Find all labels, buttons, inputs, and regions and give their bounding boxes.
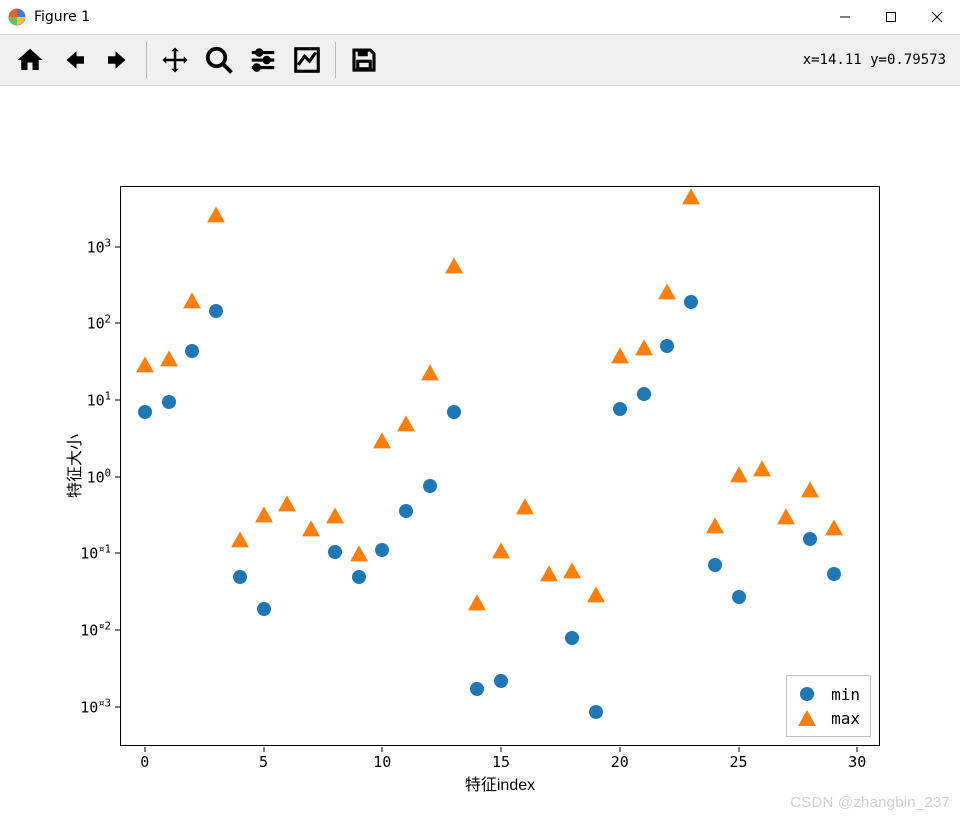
data-point-max [445, 258, 463, 274]
data-point-min [423, 479, 437, 493]
y-tick-label: 103 [87, 237, 111, 256]
data-point-min [589, 705, 603, 719]
data-point-max [373, 433, 391, 449]
data-point-min [399, 504, 413, 518]
data-point-min [352, 570, 366, 584]
data-point-max [255, 506, 273, 522]
data-point-min [732, 590, 746, 604]
y-tick-label: 10¤2 [80, 621, 111, 640]
x-tick-label: 25 [729, 753, 747, 771]
y-tick-label: 101 [87, 391, 111, 410]
data-point-max [421, 364, 439, 380]
y-tick-label: 10¤3 [80, 697, 111, 716]
triangle-icon [798, 710, 816, 726]
data-point-max [540, 566, 558, 582]
app-icon [8, 8, 26, 26]
toolbar-separator [146, 42, 147, 78]
data-point-max [587, 586, 605, 602]
data-point-max [563, 562, 581, 578]
forward-icon[interactable] [96, 38, 140, 82]
x-tick-label: 0 [140, 753, 149, 771]
data-point-max [825, 519, 843, 535]
data-point-min [233, 570, 247, 584]
y-axis-label: 特征大小 [61, 434, 85, 498]
pan-icon[interactable] [153, 38, 197, 82]
back-icon[interactable] [52, 38, 96, 82]
zoom-icon[interactable] [197, 38, 241, 82]
configure-icon[interactable] [241, 38, 285, 82]
y-tick-label: 100 [87, 467, 111, 486]
x-tick-label: 30 [848, 753, 866, 771]
plot-axes: 特征大小 特征index min max 05101520253010¤310¤… [120, 186, 880, 746]
legend-label: max [831, 709, 860, 728]
legend-item-min: min [797, 682, 860, 706]
data-point-max [207, 207, 225, 223]
data-point-max [468, 594, 486, 610]
x-tick-label: 20 [611, 753, 629, 771]
legend-item-max: max [797, 706, 860, 730]
window-title: Figure 1 [34, 9, 90, 25]
data-point-max [730, 467, 748, 483]
cursor-coordinates: x=14.11 y=0.79573 [803, 52, 952, 68]
data-point-min [637, 387, 651, 401]
data-point-min [494, 674, 508, 688]
data-point-max [231, 532, 249, 548]
data-point-min [185, 344, 199, 358]
legend-label: min [831, 685, 860, 704]
data-point-max [777, 508, 795, 524]
data-point-max [801, 482, 819, 498]
data-point-min [827, 567, 841, 581]
data-point-min [565, 631, 579, 645]
data-point-max [302, 521, 320, 537]
x-tick-label: 5 [259, 753, 268, 771]
data-point-max [611, 348, 629, 364]
minimize-button[interactable] [822, 2, 868, 32]
data-point-max [397, 416, 415, 432]
data-point-max [682, 189, 700, 205]
data-point-max [278, 495, 296, 511]
data-point-min [375, 543, 389, 557]
data-point-min [209, 304, 223, 318]
toolbar-separator [335, 42, 336, 78]
data-point-max [753, 461, 771, 477]
x-tick-label: 10 [373, 753, 391, 771]
data-point-max [492, 542, 510, 558]
y-tick-label: 10¤1 [80, 544, 111, 563]
data-point-min [684, 295, 698, 309]
toolbar: x=14.11 y=0.79573 [0, 34, 960, 86]
data-point-max [350, 545, 368, 561]
data-point-min [708, 558, 722, 572]
circle-icon [800, 687, 814, 701]
data-point-min [803, 532, 817, 546]
figure-canvas[interactable]: 特征大小 特征index min max 0 5 10 15 20 25 30 10¤3 10¤… [0, 86, 960, 817]
data-point-max [635, 340, 653, 356]
data-point-max [516, 499, 534, 515]
data-point-min [328, 545, 342, 559]
home-icon[interactable] [8, 38, 52, 82]
title-bar: Figure 1 [0, 0, 960, 34]
legend: min max [786, 675, 871, 737]
x-axis-label: 特征index [465, 771, 535, 795]
save-icon[interactable] [342, 38, 386, 82]
maximize-button[interactable] [868, 2, 914, 32]
data-point-max [326, 507, 344, 523]
edit-plot-icon[interactable] [285, 38, 329, 82]
data-point-min [470, 682, 484, 696]
data-point-max [658, 283, 676, 299]
data-point-max [160, 351, 178, 367]
data-point-min [162, 395, 176, 409]
data-point-min [138, 405, 152, 419]
data-point-max [136, 356, 154, 372]
data-point-min [660, 339, 674, 353]
watermark: CSDN @zhangbin_237 [790, 794, 950, 811]
x-tick-label: 15 [492, 753, 510, 771]
data-point-min [257, 602, 271, 616]
data-point-max [183, 292, 201, 308]
close-button[interactable] [914, 2, 960, 32]
data-point-min [447, 405, 461, 419]
data-point-max [706, 518, 724, 534]
data-point-min [613, 402, 627, 416]
y-tick-label: 102 [87, 314, 111, 333]
